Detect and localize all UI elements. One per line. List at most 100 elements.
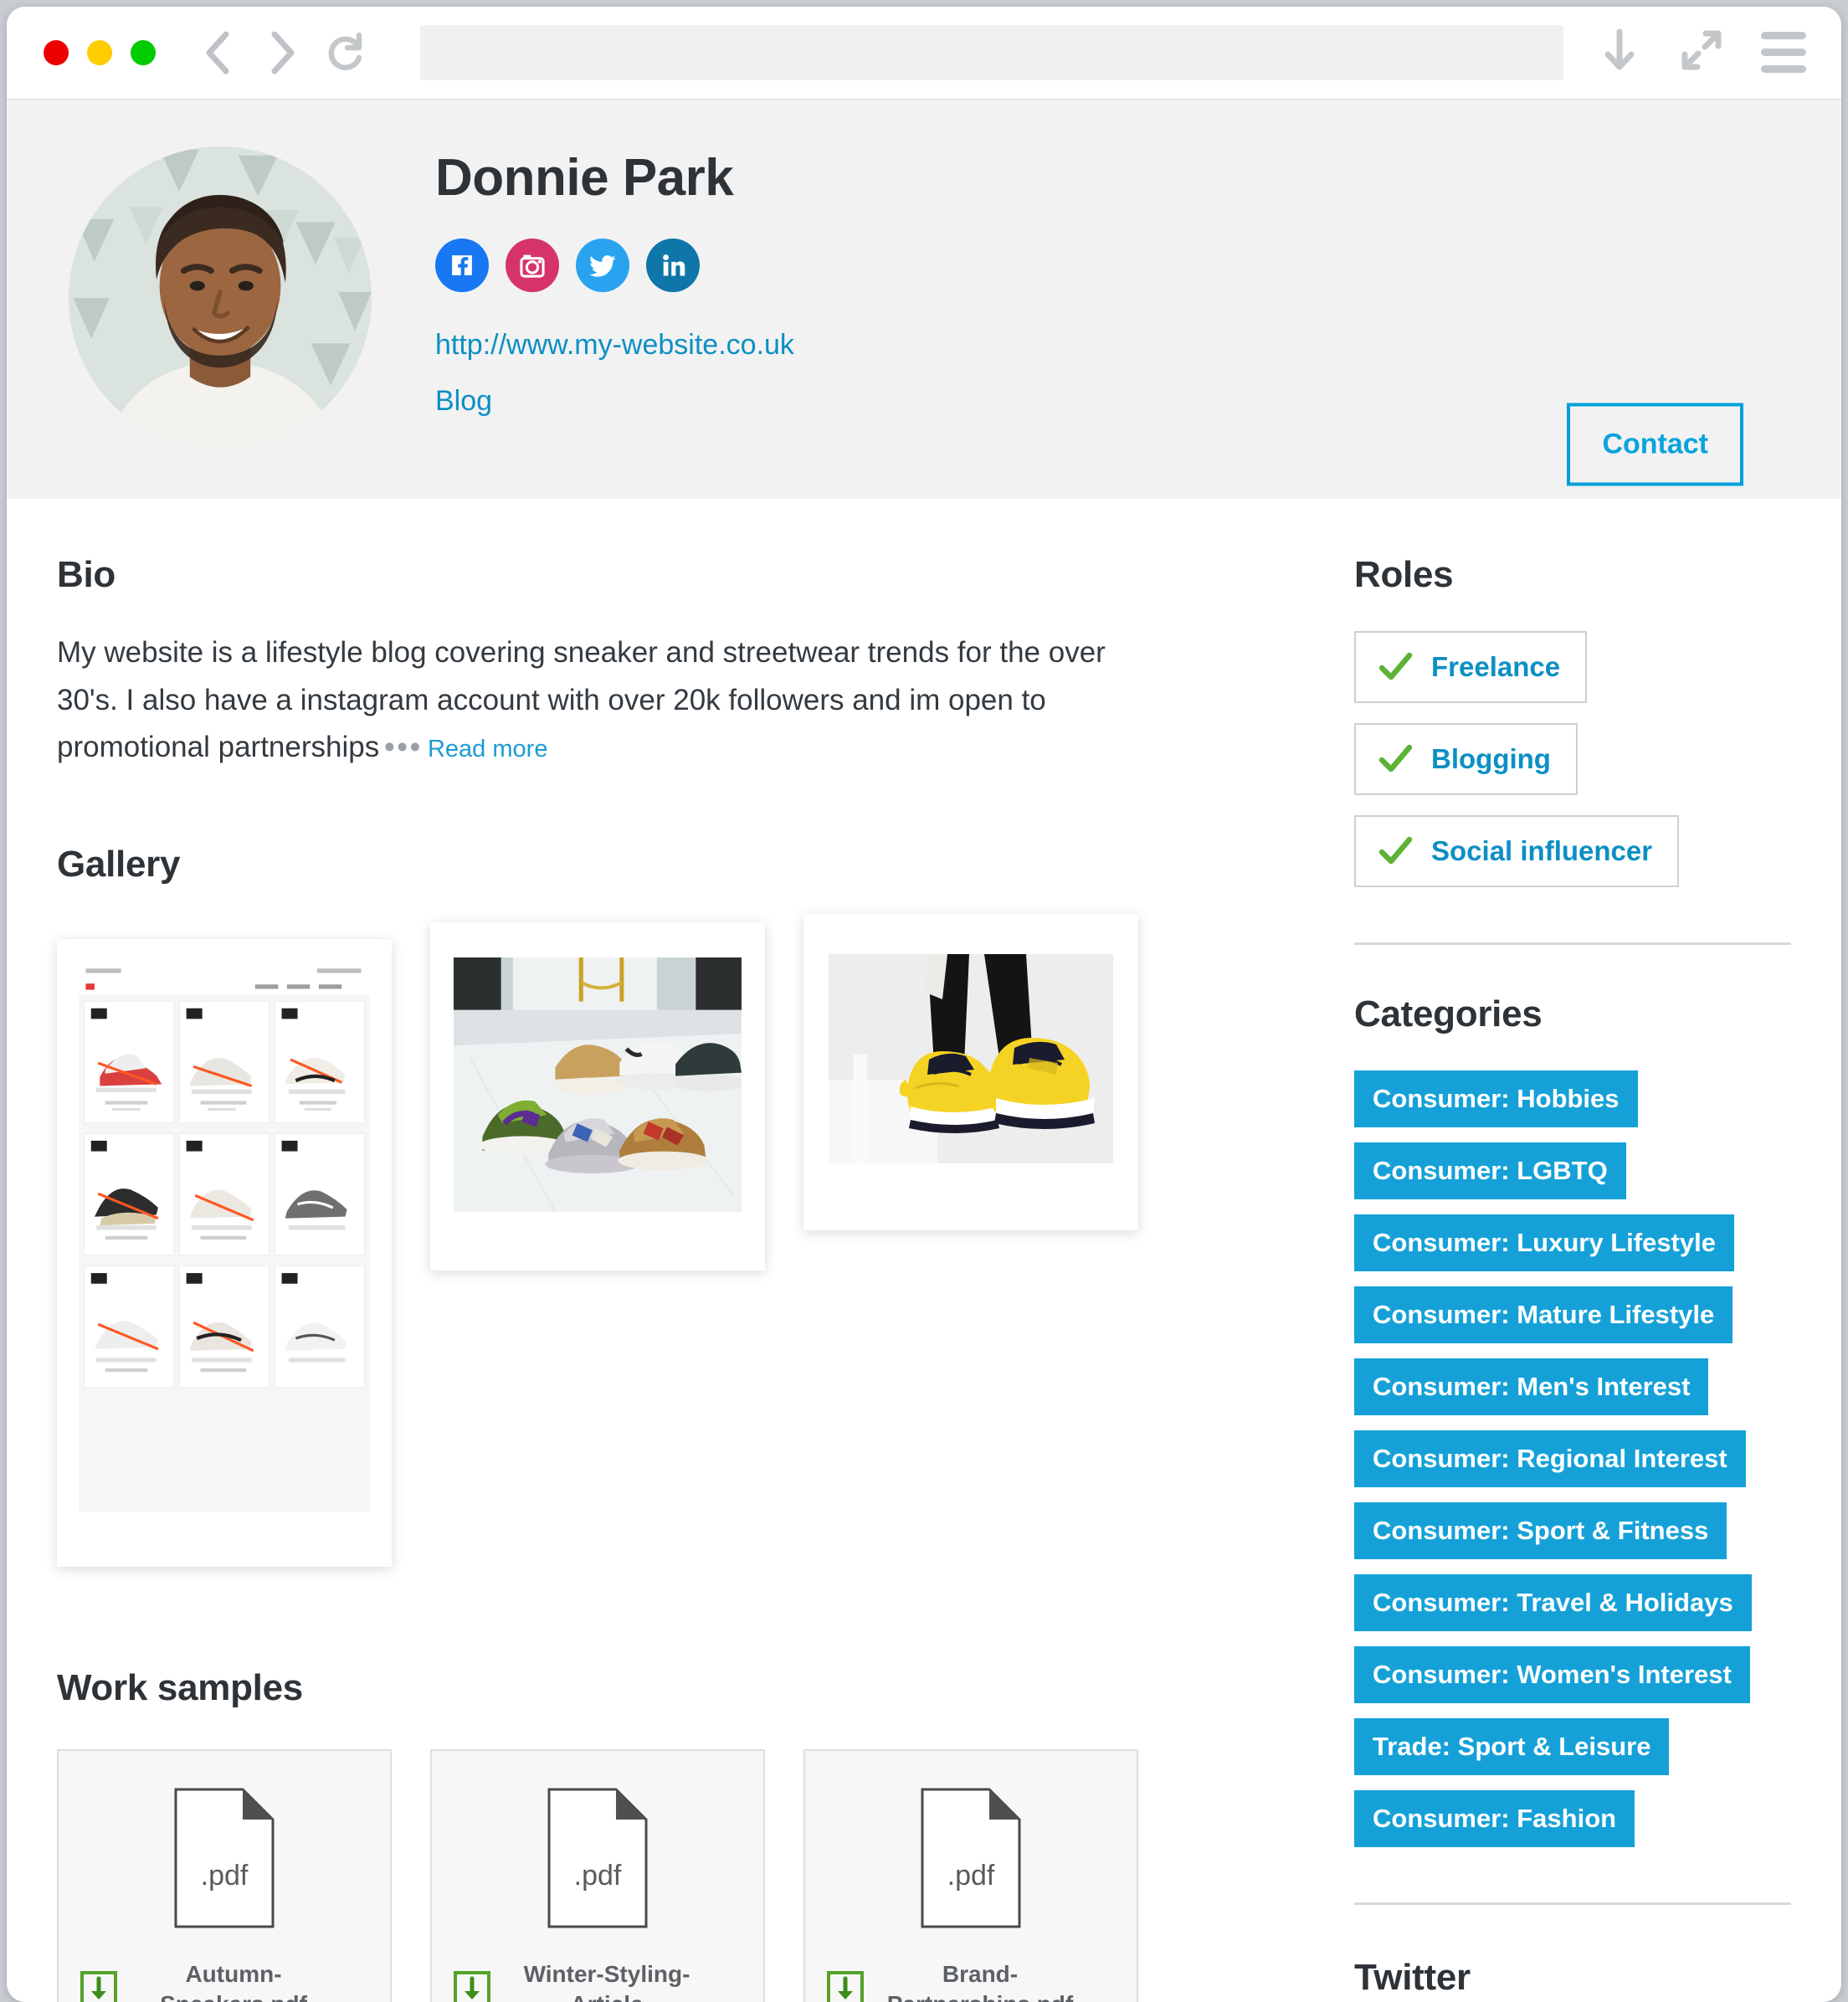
role-item[interactable]: Freelance: [1354, 631, 1588, 703]
close-window-button[interactable]: [44, 39, 69, 65]
blog-link[interactable]: Blog: [435, 387, 794, 415]
gallery-item-2[interactable]: [430, 922, 765, 1270]
categories-list: Consumer: Hobbies Consumer: LGBTQ Consum…: [1354, 1070, 1791, 1847]
role-item[interactable]: Blogging: [1354, 723, 1578, 795]
category-tag[interactable]: Consumer: LGBTQ: [1354, 1142, 1626, 1199]
role-item[interactable]: Social influencer: [1354, 815, 1680, 887]
download-icon[interactable]: [454, 1971, 490, 2002]
bio-text: My website is a lifestyle blog covering …: [57, 629, 1120, 772]
work-samples-heading: Work samples: [57, 1666, 303, 1708]
pdf-file-icon: .pdf: [919, 1786, 1023, 1934]
gallery-heading: Gallery: [57, 844, 181, 886]
check-icon: [1378, 834, 1413, 869]
category-tag[interactable]: Consumer: Men's Interest: [1354, 1358, 1709, 1415]
category-tag[interactable]: Consumer: Luxury Lifestyle: [1354, 1214, 1734, 1271]
menu-button[interactable]: [1761, 30, 1806, 75]
pdf-file-icon: .pdf: [546, 1786, 649, 1934]
social-link-twitter[interactable]: [576, 239, 629, 293]
gallery-item-1[interactable]: [57, 939, 392, 1567]
profile-header: Donnie Park http://www.my-website.co.uk …: [7, 99, 1841, 499]
pdf-icon-wrap: .pdf: [59, 1751, 390, 1934]
download-icon[interactable]: [80, 1971, 117, 2002]
navigation-buttons: [194, 29, 368, 76]
role-label: Blogging: [1431, 743, 1551, 774]
read-more-link[interactable]: Read more: [428, 736, 547, 762]
window-controls: [44, 39, 156, 65]
website-link[interactable]: http://www.my-website.co.uk: [435, 331, 794, 359]
pdf-icon-wrap: .pdf: [432, 1751, 763, 1934]
category-tag[interactable]: Consumer: Mature Lifestyle: [1354, 1286, 1733, 1343]
pdf-extension-text: .pdf: [947, 1860, 995, 1892]
social-links: [435, 239, 794, 293]
sidebar-divider-2: [1354, 1902, 1791, 1905]
gallery-image-1: [79, 964, 370, 1512]
twitter-icon: [587, 249, 619, 281]
pdf-icon-wrap: .pdf: [805, 1751, 1137, 1934]
roles-list: Freelance Blogging Social influencer: [1354, 631, 1791, 887]
maximize-window-button[interactable]: [131, 39, 156, 65]
work-sample-filename: Winter-Styling-Article: [523, 1961, 690, 2002]
social-link-facebook[interactable]: [435, 239, 489, 293]
category-tag[interactable]: Trade: Sport & Leisure: [1354, 1718, 1670, 1775]
expand-arrows-icon: [1681, 30, 1722, 74]
left-column: Bio My website is a lifestyle blog cover…: [57, 499, 1279, 2002]
gallery-item-3[interactable]: [803, 914, 1138, 1231]
work-sample-footer: Autumn-Sneakers.pdf: [59, 1959, 390, 2002]
category-tag[interactable]: Consumer: Sport & Fitness: [1354, 1502, 1727, 1559]
download-icon[interactable]: [827, 1971, 864, 2002]
work-sample-filename: Brand-Partnerships.pdf: [887, 1961, 1073, 2002]
social-link-linkedin[interactable]: [646, 239, 700, 293]
category-tag[interactable]: Consumer: Women's Interest: [1354, 1646, 1750, 1703]
work-sample-card[interactable]: .pdf Winter-Styling-Article: [430, 1748, 765, 2002]
pdf-extension-text: .pdf: [201, 1860, 249, 1892]
work-sample-footer: Winter-Styling-Article: [432, 1959, 763, 2002]
facebook-icon: [446, 249, 478, 281]
url-address-bar[interactable]: [420, 24, 1563, 80]
forward-button[interactable]: [258, 29, 305, 76]
profile-links: http://www.my-website.co.uk Blog: [435, 331, 794, 415]
pdf-extension-text: .pdf: [574, 1860, 622, 1892]
sidebar-divider-1: [1354, 942, 1791, 945]
categories-heading: Categories: [1354, 993, 1543, 1034]
profile-photo: [69, 146, 372, 449]
pdf-file-icon: .pdf: [172, 1786, 276, 1934]
category-tag[interactable]: Consumer: Regional Interest: [1354, 1430, 1746, 1487]
contact-button[interactable]: Contact: [1567, 403, 1743, 486]
role-label: Freelance: [1431, 651, 1561, 682]
page-title: Donnie Park: [435, 149, 734, 207]
avatar: [69, 146, 372, 449]
category-tag[interactable]: Consumer: Hobbies: [1354, 1070, 1638, 1127]
category-tag[interactable]: Consumer: Travel & Holidays: [1354, 1574, 1752, 1631]
work-sample-card[interactable]: .pdf Autumn-Sneakers.pdf: [57, 1748, 392, 2002]
bio-body: My website is a lifestyle blog covering …: [57, 636, 1106, 764]
minimize-window-button[interactable]: [87, 39, 112, 65]
category-tag[interactable]: Consumer: Fashion: [1354, 1790, 1635, 1847]
twitter-heading: Twitter: [1354, 1957, 1471, 1998]
reload-button[interactable]: [321, 29, 368, 76]
gallery-image-2: [454, 957, 742, 1212]
roles-heading: Roles: [1354, 554, 1454, 595]
work-sample-footer: Brand-Partnerships.pdf: [805, 1959, 1137, 2002]
hamburger-menu-icon: [1761, 32, 1806, 73]
work-sample-card[interactable]: .pdf Brand-Partnerships.pdf: [803, 1748, 1138, 2002]
main-content: Bio My website is a lifestyle blog cover…: [7, 499, 1841, 2002]
check-icon: [1378, 742, 1413, 777]
check-icon: [1378, 649, 1413, 685]
profile-info: Donnie Park http://www.my-website.co.uk …: [435, 149, 794, 415]
browser-window: Donnie Park http://www.my-website.co.uk …: [7, 7, 1841, 2002]
social-link-instagram[interactable]: [506, 239, 559, 293]
chevron-right-icon: [264, 31, 298, 74]
back-button[interactable]: [194, 29, 241, 76]
gallery-grid: [57, 914, 1245, 1567]
fullscreen-button[interactable]: [1679, 30, 1724, 75]
download-button[interactable]: [1597, 28, 1642, 76]
linkedin-icon: [657, 249, 689, 281]
reload-icon: [325, 32, 365, 74]
gallery-image-3: [829, 954, 1113, 1164]
role-label: Social influencer: [1431, 835, 1653, 866]
chevron-left-icon: [201, 31, 234, 74]
download-arrow-icon: [1602, 28, 1637, 76]
browser-toolbar: [7, 7, 1841, 99]
toolbar-actions: [1597, 28, 1806, 76]
bio-ellipsis: •••: [384, 731, 423, 764]
